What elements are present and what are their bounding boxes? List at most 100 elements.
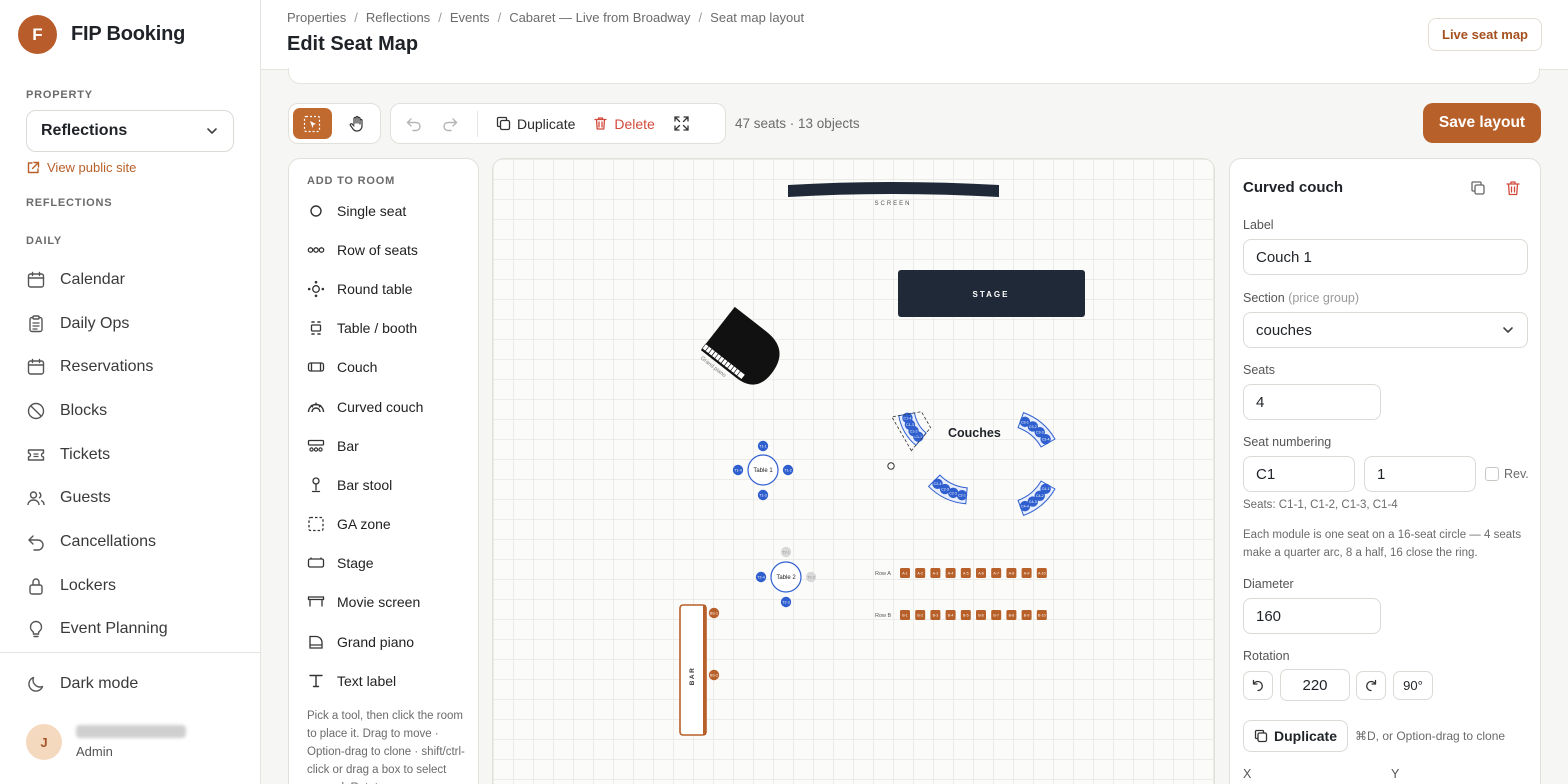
sidebar-item-daily-ops[interactable]: Daily Ops <box>26 302 246 346</box>
reverse-checkbox-box[interactable] <box>1485 467 1499 481</box>
sidebar-item-tickets[interactable]: Tickets <box>26 433 246 477</box>
palette-item-table-booth[interactable]: Table / booth <box>307 309 472 348</box>
rotate-handle[interactable] <box>887 462 895 470</box>
row-seat[interactable]: B-5 <box>960 610 971 620</box>
table-seat[interactable]: T2-4 <box>755 571 767 583</box>
label-input[interactable]: Couch 1 <box>1243 239 1528 275</box>
palette-item-text-label[interactable]: Text label <box>307 661 472 700</box>
palette-item-bar[interactable]: Bar <box>307 426 472 465</box>
sidebar-item-cancellations[interactable]: Cancellations <box>26 520 246 564</box>
palette-item-stage[interactable]: Stage <box>307 544 472 583</box>
redo-icon[interactable] <box>441 115 459 133</box>
select-tool-button[interactable] <box>293 108 332 139</box>
save-layout-button[interactable]: Save layout <box>1423 103 1541 143</box>
pan-tool-button[interactable] <box>338 108 377 139</box>
palette-item-row-of-seats[interactable]: Row of seats <box>307 230 472 269</box>
diameter-input[interactable]: 160 <box>1243 598 1381 634</box>
palette-item-grand-piano[interactable]: Grand piano <box>307 622 472 661</box>
seat-label: BS-2 <box>710 673 718 677</box>
palette-item-single-seat[interactable]: Single seat <box>307 191 472 230</box>
sidebar-item-reservations[interactable]: Reservations <box>26 345 246 389</box>
seat-map-canvas[interactable]: SCREEN STAGE Grand piano Couches Table 1… <box>492 158 1215 784</box>
rotation-input[interactable]: 220 <box>1280 669 1350 701</box>
rotate-left-button[interactable] <box>1243 671 1273 700</box>
bar[interactable]: BAR <box>679 604 707 736</box>
couches-text-label[interactable]: Couches <box>948 426 1001 440</box>
sidebar-item-blocks[interactable]: Blocks <box>26 389 246 433</box>
round-table-2[interactable]: Table 2 <box>770 561 802 593</box>
row-seat[interactable]: A-7 <box>991 568 1002 578</box>
couch-seat[interactable]: C3-4 <box>1040 433 1051 445</box>
numbering-start-input[interactable]: 1 <box>1364 456 1476 492</box>
rotate-90-button[interactable]: 90° <box>1393 671 1433 700</box>
brand[interactable]: F FIP Booking <box>18 15 185 54</box>
user-menu[interactable]: J Admin <box>26 724 186 760</box>
trash-icon[interactable] <box>1504 179 1522 197</box>
row-seat[interactable]: A-10 <box>1036 568 1047 578</box>
numbering-prefix-input[interactable]: C1 <box>1243 456 1355 492</box>
sidebar-item-lockers[interactable]: Lockers <box>26 564 246 608</box>
breadcrumb-event[interactable]: Cabaret — Live from Broadway <box>509 10 690 25</box>
row-seat[interactable]: B-6 <box>976 610 986 620</box>
table-seat[interactable]: T2-3 <box>780 596 792 608</box>
undo-icon[interactable] <box>405 115 423 133</box>
row-seat[interactable]: A-5 <box>960 568 971 578</box>
breadcrumb-events[interactable]: Events <box>450 10 490 25</box>
round-table-1[interactable]: Table 1 <box>747 454 779 486</box>
view-public-site-link[interactable]: View public site <box>26 160 136 175</box>
rotate-right-button[interactable] <box>1356 671 1386 700</box>
couch-seat[interactable]: C1-4 <box>902 412 913 424</box>
table-seat[interactable]: T2-1 <box>780 546 792 558</box>
palette-item-movie-screen[interactable]: Movie screen <box>307 583 472 622</box>
couch-seat[interactable]: C4-4 <box>1019 500 1031 512</box>
table-seat[interactable]: T1-4 <box>732 464 744 476</box>
row-seat[interactable]: B-3 <box>930 610 941 620</box>
row-seat[interactable]: B-7 <box>991 610 1002 620</box>
table-seat[interactable]: T2-2 <box>805 571 817 583</box>
reverse-checkbox[interactable]: Rev. <box>1485 467 1529 481</box>
table-seat[interactable]: T1-3 <box>757 489 769 501</box>
seats-input[interactable]: 4 <box>1243 384 1381 420</box>
table-seat[interactable]: T1-1 <box>757 440 769 452</box>
row-seat[interactable]: B-4 <box>945 610 956 620</box>
row-seat[interactable]: B-9 <box>1021 610 1032 620</box>
fullscreen-icon[interactable] <box>673 115 690 132</box>
palette-item-curved-couch[interactable]: Curved couch <box>307 387 472 426</box>
palette-item-round-table[interactable]: Round table <box>307 269 472 308</box>
row-seat[interactable]: A-9 <box>1021 568 1032 578</box>
duplicate-object-button[interactable]: Duplicate <box>1243 720 1348 752</box>
movie-screen[interactable] <box>788 182 999 197</box>
palette-item-couch[interactable]: Couch <box>307 348 472 387</box>
copy-icon[interactable] <box>1469 179 1487 197</box>
table-seat[interactable]: T1-2 <box>782 464 794 476</box>
row-seat[interactable]: B-2 <box>915 610 926 620</box>
row-seat[interactable]: A-2 <box>915 568 926 578</box>
delete-button[interactable]: Delete <box>593 116 655 132</box>
row-seat[interactable]: B-8 <box>1006 610 1017 620</box>
row-seat[interactable]: A-4 <box>945 568 956 578</box>
palette-item-ga-zone[interactable]: GA zone <box>307 505 472 544</box>
bar-stool-seat[interactable]: BS-1 <box>708 607 720 619</box>
section-select[interactable]: couches <box>1243 312 1528 348</box>
duplicate-button[interactable]: Duplicate <box>496 116 575 132</box>
breadcrumb-properties[interactable]: Properties <box>287 10 346 25</box>
row-seat[interactable]: B-10 <box>1036 610 1047 620</box>
couch-seat[interactable]: C2-4 <box>932 478 943 490</box>
grand-piano[interactable]: Grand piano <box>695 306 790 401</box>
row-seat[interactable]: A-8 <box>1006 568 1017 578</box>
seat-map-drawing[interactable]: SCREEN STAGE Grand piano Couches Table 1… <box>493 159 1215 784</box>
sidebar-item-event-planning[interactable]: Event Planning <box>26 608 246 652</box>
property-select[interactable]: Reflections <box>26 110 234 152</box>
row-seat[interactable]: A-3 <box>930 568 941 578</box>
row-seat[interactable]: A-1 <box>900 568 910 578</box>
sidebar-item-guests[interactable]: Guests <box>26 476 246 520</box>
couch-seat[interactable]: C2-1 <box>956 490 968 501</box>
dark-mode-toggle[interactable]: Dark mode <box>26 674 138 694</box>
row-seat[interactable]: A-6 <box>976 568 986 578</box>
row-seat[interactable]: B-1 <box>900 610 910 620</box>
live-seat-map-button[interactable]: Live seat map <box>1428 18 1542 51</box>
sidebar-item-calendar[interactable]: Calendar <box>26 258 246 302</box>
palette-item-bar-stool[interactable]: Bar stool <box>307 465 472 504</box>
breadcrumb-property[interactable]: Reflections <box>366 10 430 25</box>
bar-stool-seat[interactable]: BS-2 <box>708 669 720 681</box>
